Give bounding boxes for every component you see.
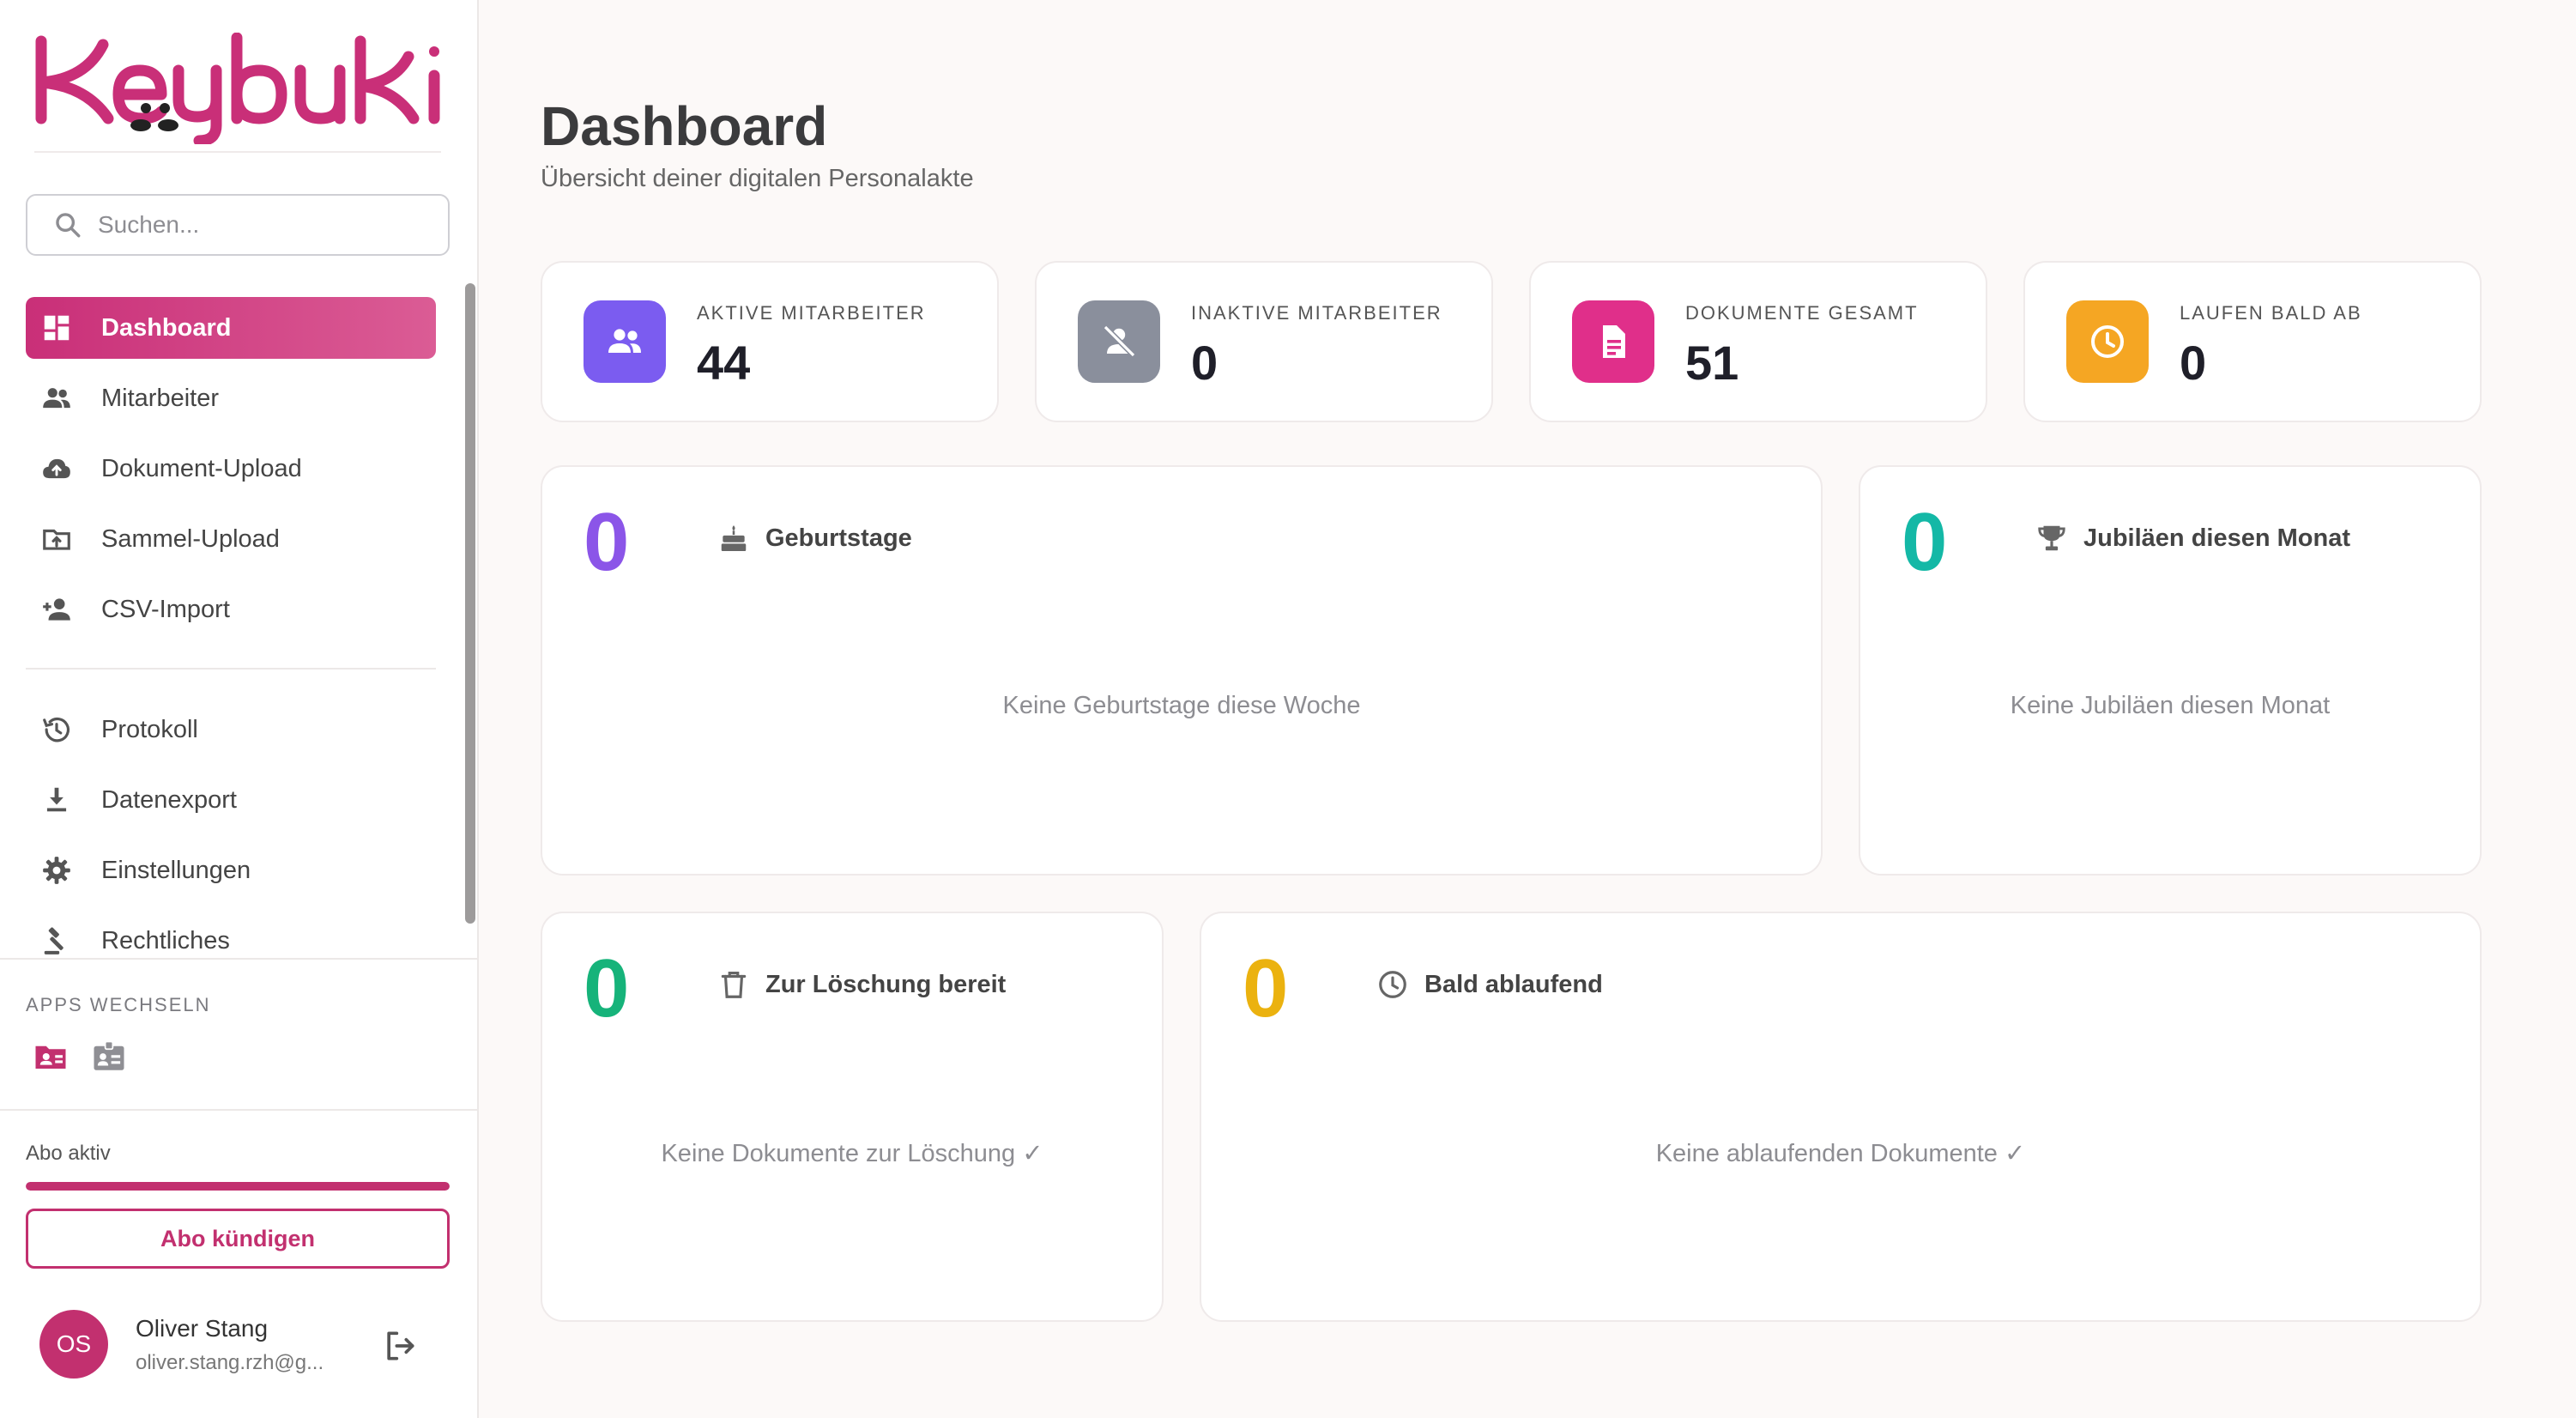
- nav-item-protokoll[interactable]: Protokoll: [26, 699, 436, 761]
- page-title: Dashboard: [541, 95, 828, 157]
- deletion-empty-message: Keine Dokumente zur Löschung ✓: [661, 1140, 1043, 1167]
- person-add-icon: [39, 592, 74, 627]
- anniversaries-card: 0 Jubiläen diesen Monat Keine Jubiläen d…: [1859, 465, 2482, 876]
- stat-value: 0: [2180, 336, 2207, 390]
- cloud-upload-icon: [39, 451, 74, 486]
- birthdays-empty-message: Keine Geburtstage diese Woche: [1002, 692, 1361, 719]
- user-email: oliver.stang.rzh@g...: [136, 1351, 324, 1374]
- nav-item-dashboard[interactable]: Dashboard: [26, 297, 436, 359]
- cancel-subscription-button[interactable]: Abo kündigen: [26, 1209, 450, 1269]
- nav-item-sammel-upload[interactable]: Sammel-Upload: [26, 508, 436, 570]
- stat-card-expiring-soon[interactable]: LAUFEN BALD AB 0: [2023, 261, 2482, 422]
- people-icon: [39, 381, 74, 415]
- nav-item-label: Einstellungen: [101, 856, 251, 884]
- nav-divider: [26, 668, 436, 670]
- expiring-soon-card: 0 Bald ablaufend Keine ablaufenden Dokum…: [1200, 912, 2482, 1322]
- subscription-status: Abo aktiv: [26, 1142, 111, 1165]
- footer-divider: [0, 1109, 477, 1111]
- gear-icon: [39, 853, 74, 888]
- nav-item-mitarbeiter[interactable]: Mitarbeiter: [26, 367, 436, 429]
- person-off-icon: [1078, 300, 1160, 383]
- clock-icon: [2066, 300, 2149, 383]
- trophy-icon: [2038, 525, 2065, 551]
- sidebar: Dashboard Mitarbeiter Dokument-Upload Sa…: [0, 0, 479, 1418]
- nav-item-label: Sammel-Upload: [101, 524, 280, 553]
- logout-icon[interactable]: [381, 1327, 419, 1365]
- deletion-count: 0: [584, 942, 630, 1034]
- subscription-progress-fill: [26, 1182, 450, 1191]
- nav-item-label: Dokument-Upload: [101, 454, 302, 482]
- avatar[interactable]: OS: [39, 1310, 108, 1379]
- deletion-header: Zur Löschung bereit: [717, 968, 1006, 1001]
- subscription-progress: [26, 1182, 450, 1191]
- people-icon: [584, 300, 666, 383]
- anniversaries-empty-message: Keine Jubiläen diesen Monat: [2010, 692, 2331, 719]
- stat-value: 44: [697, 336, 751, 390]
- nav-item-label: Mitarbeiter: [101, 384, 219, 412]
- search-box[interactable]: [26, 194, 450, 256]
- nav-item-einstellungen[interactable]: Einstellungen: [26, 839, 436, 901]
- expiring-title: Bald ablaufend: [1424, 970, 1603, 998]
- nav-item-label: Rechtliches: [101, 926, 230, 954]
- stat-card-active-employees[interactable]: AKTIVE MITARBEITER 44: [541, 261, 999, 422]
- document-icon: [1572, 300, 1654, 383]
- apps-switch-title: APPS WECHSELN: [26, 994, 211, 1015]
- trash-icon: [721, 971, 747, 998]
- expiring-count: 0: [1243, 942, 1289, 1034]
- folder-person-icon[interactable]: [33, 1039, 69, 1075]
- stat-label: LAUFEN BALD AB: [2180, 302, 2362, 324]
- download-icon: [39, 783, 74, 817]
- deletion-ready-card: 0 Zur Löschung bereit Keine Dokumente zu…: [541, 912, 1164, 1322]
- clock-icon: [1379, 971, 1406, 998]
- deletion-title: Zur Löschung bereit: [765, 970, 1007, 998]
- keybuki-logo[interactable]: [34, 32, 446, 147]
- nav-item-label: Protokoll: [101, 715, 198, 743]
- stat-label: AKTIVE MITARBEITER: [697, 302, 926, 324]
- user-name: Oliver Stang: [136, 1315, 269, 1342]
- stat-card-documents-total[interactable]: DOKUMENTE GESAMT 51: [1529, 261, 1987, 422]
- logo-divider: [34, 151, 441, 153]
- nav-item-label: CSV-Import: [101, 595, 230, 623]
- stat-value: 0: [1191, 336, 1218, 390]
- nav-item-datenexport[interactable]: Datenexport: [26, 769, 436, 831]
- stat-card-inactive-employees[interactable]: INAKTIVE MITARBEITER 0: [1035, 261, 1493, 422]
- cake-icon: [721, 524, 747, 552]
- expiring-header: Bald ablaufend: [1376, 968, 1603, 1001]
- anniversaries-title: Jubiläen diesen Monat: [2083, 524, 2350, 552]
- sidebar-scrollbar[interactable]: [465, 283, 475, 924]
- dashboard-icon: [39, 311, 74, 345]
- stat-label: INAKTIVE MITARBEITER: [1191, 302, 1442, 324]
- birthdays-title: Geburtstage: [765, 524, 912, 552]
- expiring-empty-message: Keine ablaufenden Dokumente ✓: [1655, 1140, 2026, 1167]
- stat-value: 51: [1685, 336, 1739, 390]
- nav-item-dokument-upload[interactable]: Dokument-Upload: [26, 438, 436, 500]
- folder-upload-icon: [39, 522, 74, 556]
- history-icon: [39, 712, 74, 747]
- anniversaries-header: Jubiläen diesen Monat: [2035, 522, 2350, 554]
- birthdays-card: 0 Geburtstage Keine Geburtstage diese Wo…: [541, 465, 1823, 876]
- stat-label: DOKUMENTE GESAMT: [1685, 302, 1919, 324]
- page-subtitle: Übersicht deiner digitalen Personalakte: [541, 165, 974, 192]
- search-input[interactable]: [98, 211, 441, 239]
- nav-item-label: Datenexport: [101, 785, 237, 814]
- anniversaries-count: 0: [1902, 496, 1948, 588]
- birthdays-header: Geburtstage: [717, 522, 912, 554]
- nav-item-label: Dashboard: [101, 313, 232, 342]
- id-card-icon[interactable]: [91, 1039, 127, 1075]
- gavel-icon: [39, 924, 74, 958]
- birthdays-count: 0: [584, 496, 630, 588]
- sidebar-footer: APPS WECHSELN Abo aktiv Abo kündigen OS …: [0, 958, 477, 1418]
- nav-item-csv-import[interactable]: CSV-Import: [26, 579, 436, 640]
- search-icon: [56, 213, 81, 238]
